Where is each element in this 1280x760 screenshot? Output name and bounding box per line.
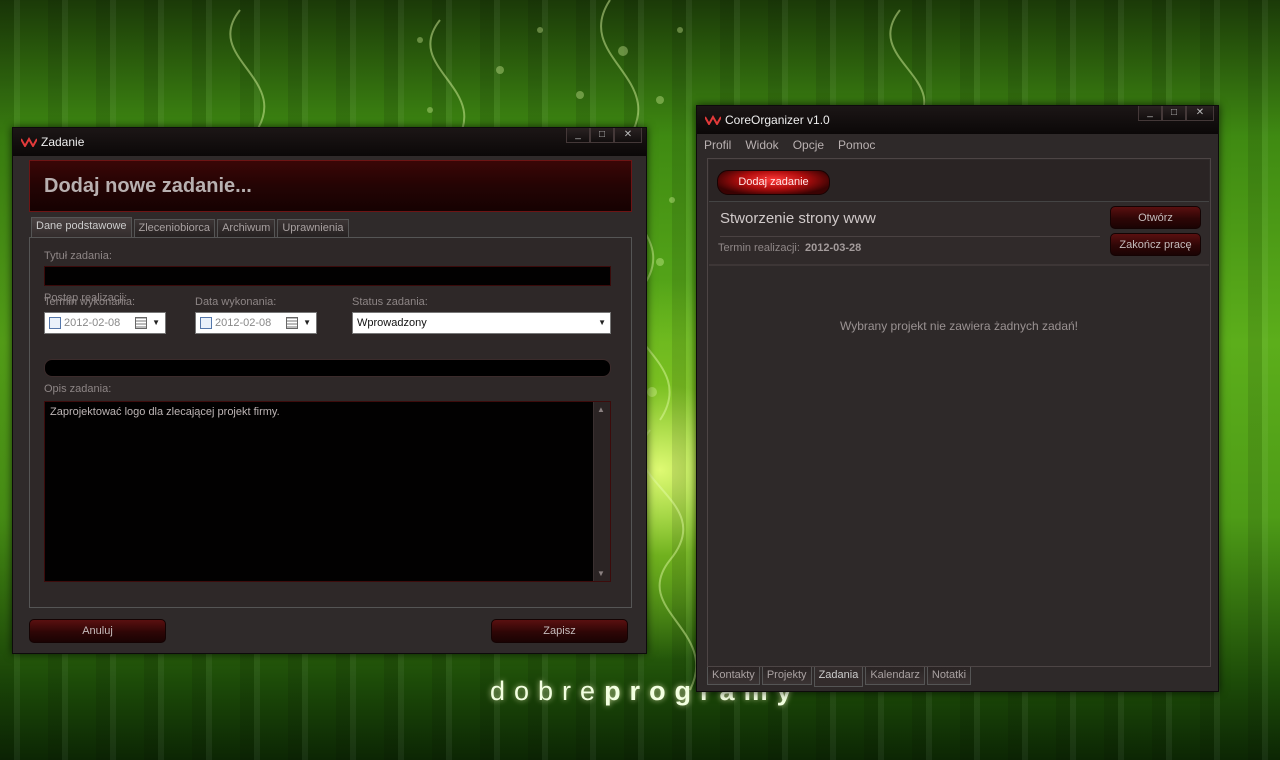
divider (720, 236, 1100, 237)
tab-kalendarz[interactable]: Kalendarz (865, 667, 925, 685)
menu-pomoc[interactable]: Pomoc (831, 134, 882, 156)
main-title: CoreOrganizer v1.0 (725, 113, 830, 127)
menu-profil[interactable]: Profil (697, 134, 738, 156)
dialog-tabs: Dane podstawowe Zleceniobiorca Archiwum … (31, 217, 351, 237)
execution-date-value: 2012-02-08 (215, 317, 272, 329)
execution-date-checkbox[interactable] (200, 317, 212, 329)
cancel-button[interactable]: Anuluj (29, 619, 166, 643)
minimize-button[interactable]: _ (566, 128, 590, 143)
dropdown-arrow-icon[interactable]: ▼ (303, 313, 311, 333)
description-text: Zaprojektować logo dla zlecającej projek… (50, 406, 280, 418)
tab-permissions[interactable]: Uprawnienia (277, 219, 349, 237)
status-select[interactable]: Wprowadzony ▼ (352, 312, 611, 334)
close-button[interactable]: ✕ (1186, 106, 1214, 121)
dialog-title: Zadanie (41, 135, 85, 149)
scroll-down-icon[interactable]: ▼ (597, 569, 605, 578)
dialog-heading: Dodaj nowe zadanie... (44, 175, 252, 197)
open-button[interactable]: Otwórz (1110, 206, 1201, 229)
main-window: CoreOrganizer v1.0 _ □ ✕ Profil Widok Op… (696, 105, 1219, 692)
deadline-date-picker[interactable]: 2012-02-08 ▼ (44, 312, 166, 334)
maximize-button[interactable]: □ (1162, 106, 1186, 121)
tab-archive[interactable]: Archiwum (217, 219, 276, 237)
progress-bar (44, 359, 611, 377)
dropdown-arrow-icon[interactable]: ▼ (598, 313, 606, 333)
dialog-header: Dodaj nowe zadanie... (29, 160, 632, 212)
calendar-icon (286, 317, 298, 329)
project-header: Stworzenie strony www Termin realizacji:… (709, 202, 1209, 266)
task-title-label: Tytuł zadania: (44, 250, 112, 262)
execution-date-picker[interactable]: 2012-02-08 ▼ (195, 312, 317, 334)
description-textarea[interactable]: Zaprojektować logo dla zlecającej projek… (44, 401, 611, 582)
deadline-checkbox[interactable] (49, 317, 61, 329)
description-scrollbar[interactable]: ▲ ▼ (593, 402, 610, 581)
tab-contractor[interactable]: Zleceniobiorca (133, 219, 216, 237)
tab-zadania[interactable]: Zadania (813, 667, 864, 687)
menu-opcje[interactable]: Opcje (786, 134, 831, 156)
tab-notatki[interactable]: Notatki (926, 667, 972, 685)
description-label: Opis zadania: (44, 383, 112, 395)
project-title: Stworzenie strony www (720, 210, 876, 227)
menu-bar: Profil Widok Opcje Pomoc (697, 134, 882, 156)
tab-projekty[interactable]: Projekty (761, 667, 812, 685)
add-task-button[interactable]: Dodaj zadanie (717, 170, 830, 195)
finish-work-button[interactable]: Zakończ pracę (1110, 233, 1201, 256)
save-button[interactable]: Zapisz (491, 619, 628, 643)
maximize-button[interactable]: □ (590, 128, 614, 143)
status-label: Status zadania: (352, 296, 428, 308)
main-titlebar[interactable]: CoreOrganizer v1.0 _ □ ✕ (697, 106, 1218, 134)
content-area: Dodaj zadanie Stworzenie strony www Term… (707, 158, 1211, 667)
menu-widok[interactable]: Widok (738, 134, 785, 156)
task-title-input[interactable] (44, 266, 611, 286)
empty-tasks-message: Wybrany projekt nie zawiera żadnych zada… (839, 319, 1078, 333)
deadline-label: Termin wykonania: (44, 296, 136, 308)
toolbar: Dodaj zadanie (709, 160, 1209, 202)
bottom-tabs: Kontakty Projekty Zadania Kalendarz Nota… (707, 667, 973, 687)
deadline-value: 2012-03-28 (805, 242, 862, 254)
close-button[interactable]: ✕ (614, 128, 642, 143)
tab-basic-data[interactable]: Dane podstawowe (31, 217, 132, 237)
status-value: Wprowadzony (357, 317, 427, 329)
dropdown-arrow-icon[interactable]: ▼ (152, 313, 160, 333)
calendar-icon (135, 317, 147, 329)
minimize-button[interactable]: _ (1138, 106, 1162, 121)
basic-data-panel: Tytuł zadania: Postęp realizacji: Termin… (29, 237, 632, 608)
dialog-titlebar[interactable]: Zadanie _ □ ✕ (13, 128, 646, 156)
scroll-up-icon[interactable]: ▲ (597, 405, 605, 414)
app-logo-icon (705, 115, 721, 125)
deadline-value: 2012-02-08 (64, 317, 121, 329)
execution-date-label: Data wykonania: (195, 296, 277, 308)
deadline-label: Termin realizacji: (718, 242, 800, 254)
task-dialog: Zadanie _ □ ✕ Dodaj nowe zadanie... Dane… (12, 127, 647, 654)
tab-kontakty[interactable]: Kontakty (707, 667, 760, 685)
app-logo-icon (21, 137, 37, 147)
